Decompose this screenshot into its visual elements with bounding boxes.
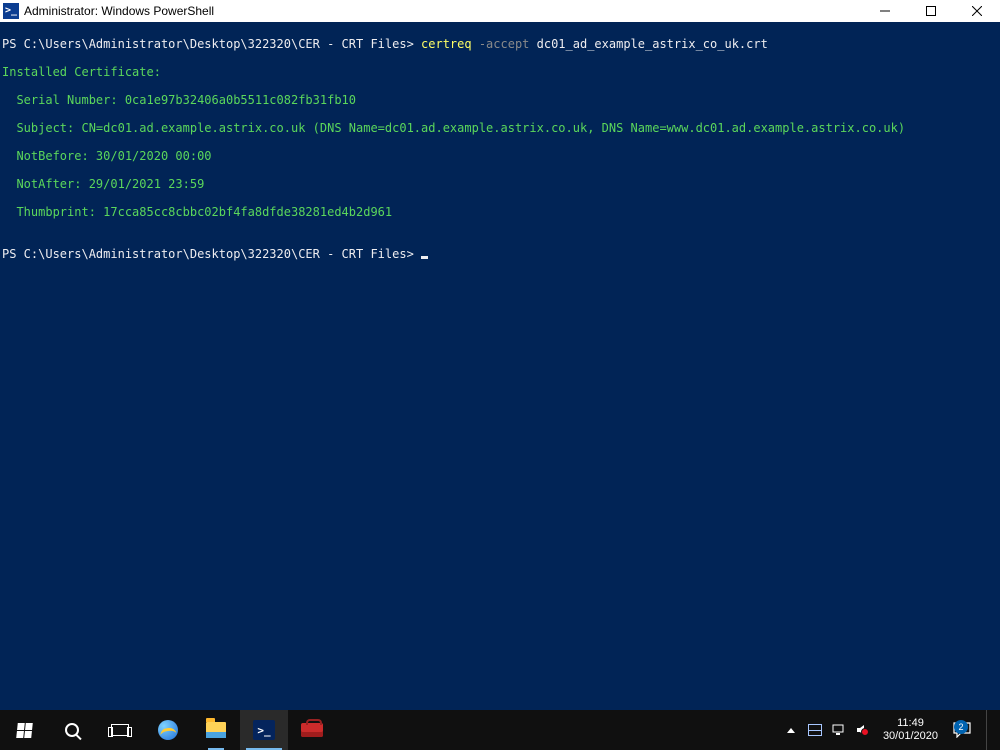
server-icon: [808, 724, 822, 736]
taskbar-item-toolbox[interactable]: [288, 710, 336, 750]
cursor-icon: [421, 256, 428, 259]
search-button[interactable]: [48, 710, 96, 750]
cmd-flag: -accept: [472, 37, 530, 51]
window-title: Administrator: Windows PowerShell: [24, 4, 214, 18]
tray-network-button[interactable]: [831, 722, 847, 738]
task-view-button[interactable]: [96, 710, 144, 750]
show-desktop-button[interactable]: [986, 710, 992, 750]
taskbar-item-explorer[interactable]: [192, 710, 240, 750]
console-line: NotAfter: 29/01/2021 23:59: [2, 177, 998, 191]
console-line: Serial Number: 0ca1e97b32406a0b5511c082f…: [2, 93, 998, 107]
console-line: NotBefore: 30/01/2020 00:00: [2, 149, 998, 163]
start-button[interactable]: [0, 710, 48, 750]
tray-volume-button[interactable]: [855, 722, 871, 738]
system-tray[interactable]: 11:49 30/01/2020 2: [775, 710, 1000, 750]
toolbox-icon: [301, 723, 323, 737]
network-icon: [832, 724, 846, 736]
taskbar-item-powershell[interactable]: >_: [240, 710, 288, 750]
prompt-text: PS C:\Users\Administrator\Desktop\322320…: [2, 37, 421, 51]
cmd-exe: certreq: [421, 37, 472, 51]
task-view-icon: [111, 724, 129, 736]
internet-explorer-icon: [158, 720, 178, 740]
search-icon: [65, 723, 79, 737]
cmd-arg: dc01_ad_example_astrix_co_uk.crt: [529, 37, 767, 51]
taskbar-spacer: [336, 710, 775, 750]
powershell-console[interactable]: PS C:\Users\Administrator\Desktop\322320…: [0, 22, 1000, 710]
action-center-button[interactable]: 2: [950, 722, 974, 738]
file-explorer-icon: [206, 722, 226, 738]
chevron-up-icon: [787, 728, 795, 733]
console-line: Subject: CN=dc01.ad.example.astrix.co.uk…: [2, 121, 998, 135]
taskbar[interactable]: >_ 11:49 30/01/2020 2: [0, 710, 1000, 750]
powershell-icon: >_: [3, 3, 19, 19]
taskbar-item-ie[interactable]: [144, 710, 192, 750]
close-button[interactable]: [954, 0, 1000, 22]
console-line: Installed Certificate:: [2, 65, 998, 79]
prompt-text: PS C:\Users\Administrator\Desktop\322320…: [2, 247, 421, 261]
tray-time: 11:49: [883, 717, 938, 730]
maximize-button[interactable]: [908, 0, 954, 22]
muted-indicator-icon: [861, 728, 869, 736]
notification-badge: 2: [954, 720, 968, 734]
tray-clock[interactable]: 11:49 30/01/2020: [879, 717, 942, 743]
console-line: PS C:\Users\Administrator\Desktop\322320…: [2, 247, 998, 261]
tray-date: 30/01/2020: [883, 730, 938, 743]
console-line: PS C:\Users\Administrator\Desktop\322320…: [2, 37, 998, 51]
window-titlebar[interactable]: >_ Administrator: Windows PowerShell: [0, 0, 1000, 22]
tray-overflow-button[interactable]: [783, 722, 799, 738]
minimize-button[interactable]: [862, 0, 908, 22]
console-line: Thumbprint: 17cca85cc8cbbc02bf4fa8dfde38…: [2, 205, 998, 219]
powershell-icon: >_: [253, 720, 275, 740]
tray-server-icon[interactable]: [807, 722, 823, 738]
windows-logo-icon: [16, 723, 33, 738]
